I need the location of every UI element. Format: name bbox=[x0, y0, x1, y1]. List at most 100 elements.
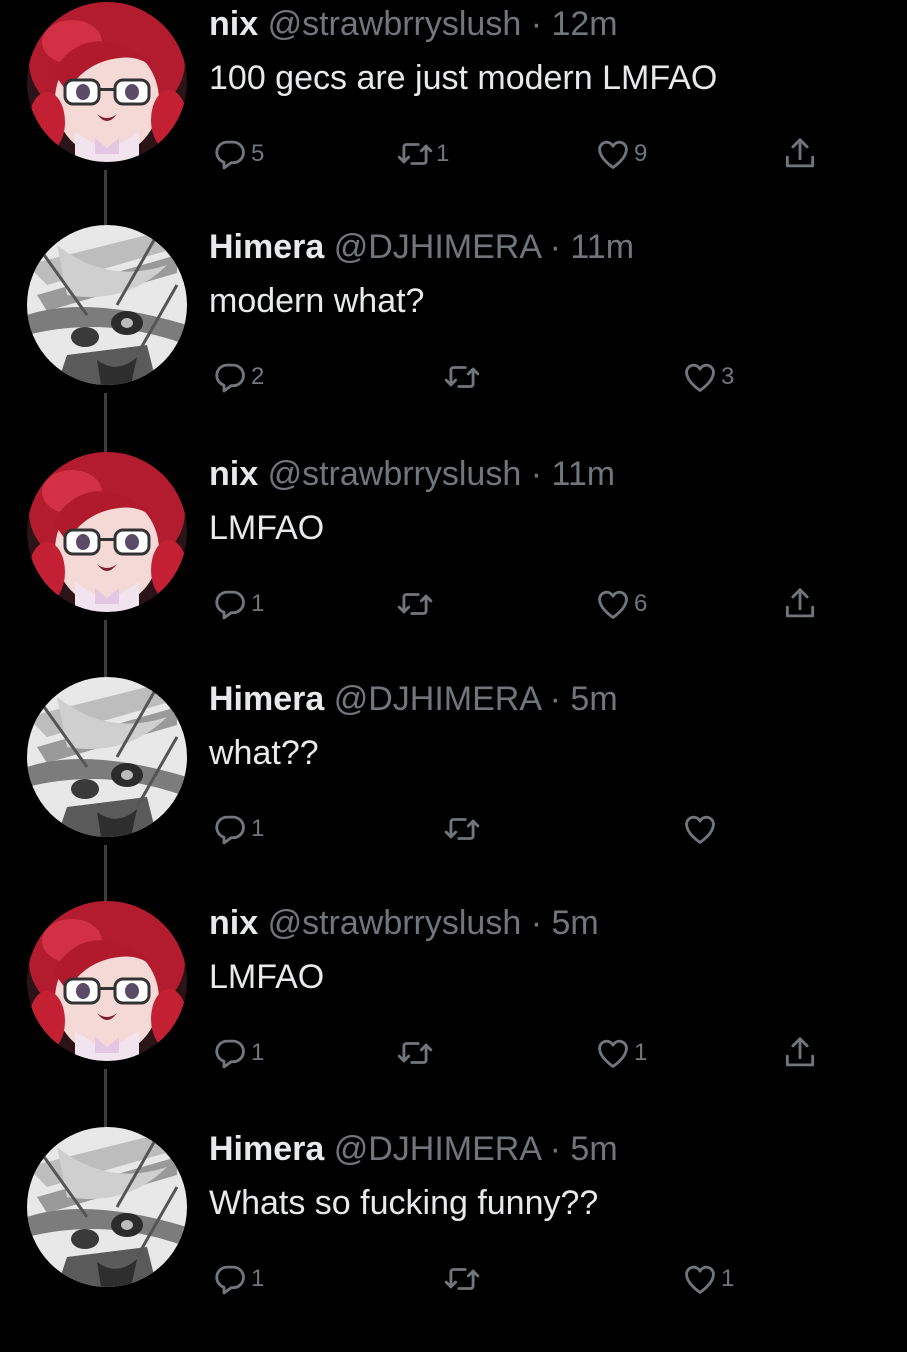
tweet-header: nix @strawbrryslush · 5m bbox=[209, 903, 907, 943]
tweet[interactable]: Himera @DJHIMERA · 11m modern what? 2 3 bbox=[0, 225, 907, 455]
separator-dot: · bbox=[549, 1130, 561, 1168]
tweet-text: what?? bbox=[209, 734, 319, 772]
reply-button[interactable]: 1 bbox=[209, 810, 264, 848]
reply-count: 1 bbox=[251, 1039, 265, 1066]
author-handle[interactable]: @DJHIMERA bbox=[334, 1130, 540, 1168]
tweet-text: 100 gecs are just modern LMFAO bbox=[209, 59, 718, 97]
tweet-header: nix @strawbrryslush · 12m bbox=[209, 4, 907, 44]
heart-icon bbox=[594, 585, 632, 623]
retweet-button[interactable] bbox=[441, 810, 483, 848]
avatar[interactable] bbox=[27, 901, 187, 1061]
retweet-icon bbox=[443, 1260, 481, 1298]
timestamp[interactable]: 11m bbox=[551, 455, 615, 493]
action-bar: 1 1 bbox=[209, 1034, 849, 1074]
tweet-header: nix @strawbrryslush · 11m bbox=[209, 454, 907, 494]
separator-dot: · bbox=[549, 228, 561, 266]
retweet-button[interactable]: 1 bbox=[394, 135, 449, 173]
tweet[interactable]: nix @strawbrryslush · 5m LMFAO 1 1 bbox=[0, 901, 907, 1131]
like-button[interactable]: 3 bbox=[679, 358, 734, 396]
like-count: 3 bbox=[721, 363, 735, 390]
reply-icon bbox=[211, 585, 249, 623]
author-handle[interactable]: @strawbrryslush bbox=[268, 455, 522, 493]
heart-icon bbox=[594, 135, 632, 173]
tweet[interactable]: nix @strawbrryslush · 11m LMFAO 1 6 bbox=[0, 452, 907, 682]
separator-dot: · bbox=[530, 5, 543, 43]
timestamp[interactable]: 5m bbox=[570, 680, 617, 718]
like-button[interactable]: 1 bbox=[679, 1260, 734, 1298]
retweet-icon bbox=[396, 135, 434, 173]
reply-icon bbox=[211, 1034, 249, 1072]
tweet-text: Whats so fucking funny?? bbox=[209, 1184, 599, 1222]
like-count: 6 bbox=[634, 590, 648, 617]
thread-connector-line bbox=[104, 620, 107, 682]
timestamp[interactable]: 11m bbox=[570, 228, 634, 266]
avatar[interactable] bbox=[27, 452, 187, 612]
author-name[interactable]: nix bbox=[209, 904, 258, 942]
avatar[interactable] bbox=[27, 677, 187, 837]
avatar[interactable] bbox=[27, 225, 187, 385]
reply-icon bbox=[211, 1260, 249, 1298]
retweet-button[interactable] bbox=[394, 1034, 436, 1072]
reply-button[interactable]: 1 bbox=[209, 1260, 264, 1298]
thread-connector-line bbox=[104, 393, 107, 455]
retweet-count: 1 bbox=[436, 140, 450, 167]
retweet-icon bbox=[396, 1034, 434, 1072]
action-bar: 2 3 bbox=[209, 358, 849, 398]
thread-connector-line bbox=[104, 1069, 107, 1131]
tweet-text: LMFAO bbox=[209, 509, 325, 547]
red-hair-avatar-image bbox=[27, 2, 187, 162]
author-name[interactable]: nix bbox=[209, 5, 258, 43]
red-hair-avatar-image bbox=[27, 901, 187, 1061]
retweet-icon bbox=[443, 810, 481, 848]
like-button[interactable]: 1 bbox=[592, 1034, 647, 1072]
reply-button[interactable]: 5 bbox=[209, 135, 264, 173]
share-button[interactable] bbox=[779, 585, 819, 623]
conversation-thread: nix @strawbrryslush · 12m 100 gecs are j… bbox=[0, 0, 907, 1295]
heart-icon bbox=[594, 1034, 632, 1072]
like-button[interactable]: 9 bbox=[592, 135, 647, 173]
action-bar: 1 bbox=[209, 810, 849, 850]
author-name[interactable]: nix bbox=[209, 455, 258, 493]
heart-icon bbox=[681, 810, 719, 848]
grayscale-avatar-image bbox=[27, 1127, 187, 1287]
like-button[interactable] bbox=[679, 810, 721, 848]
like-button[interactable]: 6 bbox=[592, 585, 647, 623]
reply-count: 2 bbox=[251, 363, 265, 390]
retweet-button[interactable] bbox=[441, 358, 483, 396]
author-handle[interactable]: @strawbrryslush bbox=[268, 904, 522, 942]
action-bar: 1 6 bbox=[209, 585, 849, 625]
reply-icon bbox=[211, 135, 249, 173]
retweet-button[interactable] bbox=[394, 585, 436, 623]
share-button[interactable] bbox=[779, 1034, 819, 1072]
share-icon bbox=[781, 585, 819, 623]
action-bar: 5 1 9 bbox=[209, 135, 849, 175]
heart-icon bbox=[681, 358, 719, 396]
timestamp[interactable]: 5m bbox=[551, 904, 598, 942]
reply-count: 1 bbox=[251, 1265, 265, 1292]
reply-button[interactable]: 1 bbox=[209, 1034, 264, 1072]
tweet[interactable]: Himera @DJHIMERA · 5m what?? 1 bbox=[0, 677, 907, 907]
retweet-icon bbox=[443, 358, 481, 396]
separator-dot: · bbox=[549, 680, 561, 718]
author-handle[interactable]: @DJHIMERA bbox=[334, 228, 540, 266]
reply-button[interactable]: 1 bbox=[209, 585, 264, 623]
thread-connector-line bbox=[104, 170, 107, 232]
reply-count: 5 bbox=[251, 140, 265, 167]
author-name[interactable]: Himera bbox=[209, 1130, 324, 1168]
like-count: 1 bbox=[634, 1039, 648, 1066]
share-button[interactable] bbox=[779, 135, 819, 173]
author-name[interactable]: Himera bbox=[209, 680, 324, 718]
tweet[interactable]: nix @strawbrryslush · 12m 100 gecs are j… bbox=[0, 2, 907, 232]
retweet-button[interactable] bbox=[441, 1260, 483, 1298]
author-handle[interactable]: @DJHIMERA bbox=[334, 680, 540, 718]
reply-count: 1 bbox=[251, 815, 265, 842]
tweet[interactable]: Himera @DJHIMERA · 5m Whats so fucking f… bbox=[0, 1127, 907, 1352]
timestamp[interactable]: 5m bbox=[570, 1130, 617, 1168]
reply-button[interactable]: 2 bbox=[209, 358, 264, 396]
timestamp[interactable]: 12m bbox=[551, 5, 617, 43]
avatar[interactable] bbox=[27, 2, 187, 162]
author-name[interactable]: Himera bbox=[209, 228, 324, 266]
avatar[interactable] bbox=[27, 1127, 187, 1287]
author-handle[interactable]: @strawbrryslush bbox=[268, 5, 522, 43]
tweet-header: Himera @DJHIMERA · 11m bbox=[209, 227, 907, 267]
